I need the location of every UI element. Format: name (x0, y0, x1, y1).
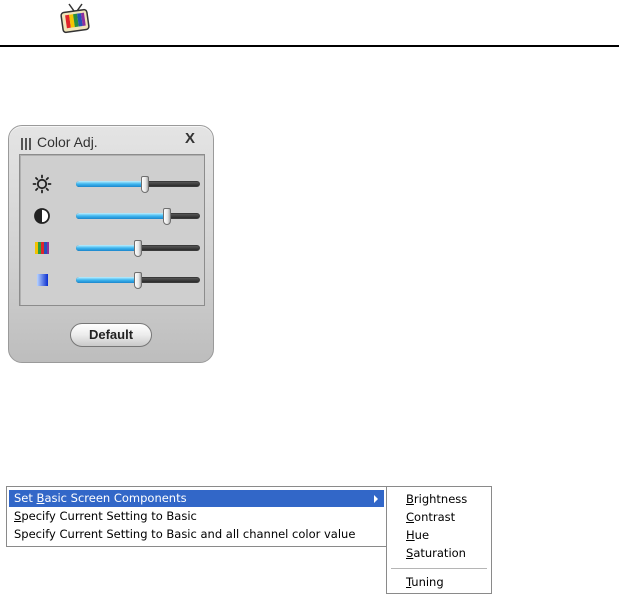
submenu-mnemonic: B (406, 492, 414, 506)
panel-title: Color Adj. (37, 134, 98, 150)
color-adj-panel: Color Adj. X Default (8, 125, 214, 363)
submenu-mnemonic: H (406, 528, 415, 542)
submenu-label: ue (414, 528, 430, 542)
slider-thumb[interactable] (141, 176, 149, 193)
header-divider (0, 45, 619, 47)
slider-thumb[interactable] (134, 240, 142, 257)
slider-thumb[interactable] (163, 208, 171, 225)
brightness-slider[interactable] (76, 176, 200, 193)
blue-gradient-icon (32, 270, 52, 290)
submenu-item-saturation[interactable]: Saturation (389, 544, 489, 562)
slider-fill (76, 277, 138, 283)
slider-fill (76, 181, 145, 187)
submenu-item-hue[interactable]: Hue (389, 526, 489, 544)
half-circle-icon (32, 206, 52, 226)
submenu-arrow-icon (374, 495, 378, 503)
slider-fill (76, 245, 138, 251)
submenu: Brightness Contrast Hue Saturation Tunin… (386, 486, 492, 594)
menu-item-label-pre: Set (14, 491, 37, 505)
menu-item-specify-current-setting-all-channels[interactable]: Specify Current Setting to Basic and all… (9, 526, 384, 543)
contrast-slider[interactable] (76, 208, 200, 225)
menu-item-label-post: asic Screen Components (44, 491, 187, 505)
submenu-mnemonic: C (406, 510, 415, 524)
close-button[interactable]: X (181, 130, 199, 148)
drag-grip-icon[interactable] (21, 138, 31, 150)
submenu-item-tuning[interactable]: Tuning (389, 573, 489, 591)
submenu-item-brightness[interactable]: Brightness (389, 490, 489, 508)
context-menu: Set Basic Screen Components Specify Curr… (6, 486, 387, 547)
tv-icon (60, 2, 92, 36)
submenu-item-contrast[interactable]: Contrast (389, 508, 489, 526)
menu-item-specify-current-setting[interactable]: Specify Current Setting to Basic (9, 508, 384, 525)
slider-area (19, 154, 205, 306)
saturation-slider[interactable] (76, 272, 200, 289)
menu-item-label-post: pecify Current Setting to Basic (21, 509, 197, 523)
submenu-label: ontrast (414, 510, 456, 524)
slider-thumb[interactable] (134, 272, 142, 289)
slider-fill (76, 213, 167, 219)
submenu-label: aturation (413, 546, 466, 560)
submenu-label: rightness (413, 492, 468, 506)
menu-item-label: Specify Current Setting to Basic and all… (14, 527, 356, 541)
submenu-separator (391, 568, 487, 569)
sun-icon (32, 174, 52, 194)
color-bars-icon (32, 238, 52, 258)
submenu-label: uning (411, 575, 444, 589)
hue-slider[interactable] (76, 240, 200, 257)
default-button[interactable]: Default (70, 323, 152, 347)
menu-item-set-basic-screen-components[interactable]: Set Basic Screen Components (9, 490, 384, 507)
